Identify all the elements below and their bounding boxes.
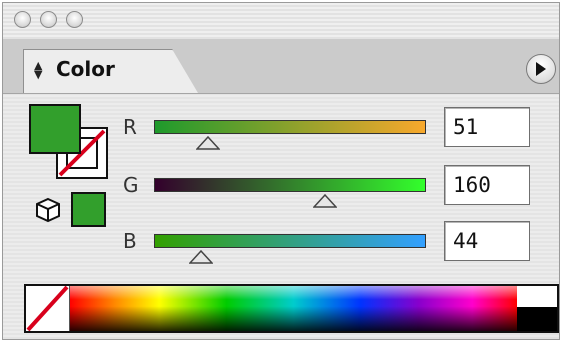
slider-thumb-r[interactable]	[196, 136, 221, 150]
color-spectrum-bar[interactable]	[24, 284, 559, 333]
slider-thumb-g[interactable]	[312, 194, 337, 208]
right-arrow-circle-icon	[536, 62, 546, 76]
zoom-button[interactable]	[66, 11, 83, 28]
cube-icon[interactable]	[34, 196, 62, 224]
channel-label-b: B	[123, 229, 137, 253]
slider-track-b[interactable]	[154, 234, 426, 248]
slider-track-g[interactable]	[154, 178, 426, 192]
none-swatch[interactable]	[26, 285, 70, 332]
up-down-arrows-icon: ▲ ▼	[34, 59, 43, 81]
web-safe-swatch[interactable]	[71, 192, 106, 227]
value-field-g[interactable]: 160	[444, 165, 530, 205]
black-swatch[interactable]	[517, 307, 557, 331]
slider-thumb-b[interactable]	[189, 250, 214, 264]
minimize-button[interactable]	[40, 11, 57, 28]
red-slash-icon	[26, 285, 69, 332]
white-swatch[interactable]	[517, 286, 557, 307]
value-field-b[interactable]: 44	[444, 221, 530, 261]
value-field-r[interactable]: 51	[444, 107, 530, 147]
channel-label-r: R	[123, 115, 137, 139]
fill-swatch[interactable]	[29, 104, 81, 154]
slider-track-r[interactable]	[154, 120, 426, 134]
color-spectrum[interactable]	[70, 286, 517, 331]
tab-label: Color	[56, 57, 115, 81]
tab-color[interactable]: ▲ ▼ Color	[23, 49, 198, 93]
color-panel-window: ▲ ▼ Color R 51 G 160 B 44	[2, 2, 560, 340]
panel-menu-button[interactable]	[526, 54, 556, 84]
title-bar[interactable]	[3, 3, 559, 39]
close-button[interactable]	[14, 11, 31, 28]
channel-label-g: G	[123, 173, 139, 197]
